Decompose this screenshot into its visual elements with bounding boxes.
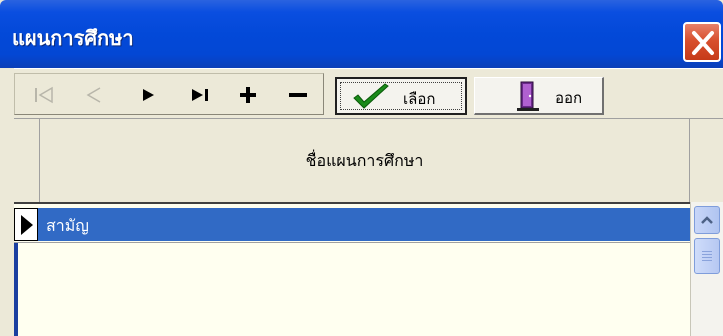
- grip-line: [702, 260, 712, 261]
- insert-record-button[interactable]: [233, 80, 263, 110]
- grid-header: ชื่อแผนการศึกษา: [14, 118, 723, 203]
- select-button-label: เลือก: [403, 90, 436, 108]
- vertical-scrollbar[interactable]: [690, 202, 723, 336]
- delete-record-button[interactable]: [283, 80, 313, 110]
- exit-button[interactable]: ออก: [474, 77, 604, 115]
- door-exit-icon: [517, 81, 539, 111]
- dialog-window: แผนการศึกษา เลือก ออก ชื่อแผนการศึกษา สา…: [0, 0, 723, 336]
- checkmark-icon: [353, 83, 389, 109]
- plus-icon: [240, 87, 256, 103]
- table-cell-plan-name: สามัญ: [46, 216, 89, 235]
- last-record-button[interactable]: [185, 80, 215, 110]
- window-title: แผนการศึกษา: [12, 26, 134, 50]
- row-pointer-icon: [21, 215, 33, 235]
- data-grid: ชื่อแผนการศึกษา สามัญ: [14, 118, 723, 336]
- close-icon: [692, 31, 714, 55]
- exit-button-label: ออก: [555, 89, 583, 107]
- minus-icon: [289, 93, 307, 97]
- close-button[interactable]: [683, 22, 721, 62]
- chevron-up-icon: [701, 216, 713, 224]
- scroll-up-button[interactable]: [694, 206, 720, 234]
- grid-left-edge: [14, 243, 18, 336]
- grip-line: [702, 251, 712, 252]
- first-record-icon: [35, 86, 53, 104]
- next-record-button[interactable]: [133, 80, 163, 110]
- scroll-thumb[interactable]: [694, 238, 720, 274]
- first-record-button[interactable]: [29, 80, 59, 110]
- select-button[interactable]: เลือก: [335, 77, 467, 115]
- toolbar: เลือก ออก: [14, 68, 723, 119]
- title-bar[interactable]: แผนการศึกษา: [0, 0, 723, 68]
- column-header-plan-name[interactable]: ชื่อแผนการศึกษา: [40, 119, 690, 203]
- grid-body: สามัญ: [14, 202, 690, 336]
- grip-line: [702, 257, 712, 258]
- prior-record-button[interactable]: [79, 80, 109, 110]
- last-record-icon: [192, 89, 208, 101]
- grip-line: [702, 254, 712, 255]
- prior-record-icon: [86, 87, 101, 103]
- table-row[interactable]: สามัญ: [14, 208, 690, 241]
- window-frame-left: [0, 68, 14, 336]
- db-navigator: [14, 73, 324, 115]
- row-indicator: [14, 208, 38, 241]
- next-record-icon: [143, 89, 154, 101]
- row-divider: [14, 242, 690, 243]
- header-indicator-cell: [14, 119, 40, 203]
